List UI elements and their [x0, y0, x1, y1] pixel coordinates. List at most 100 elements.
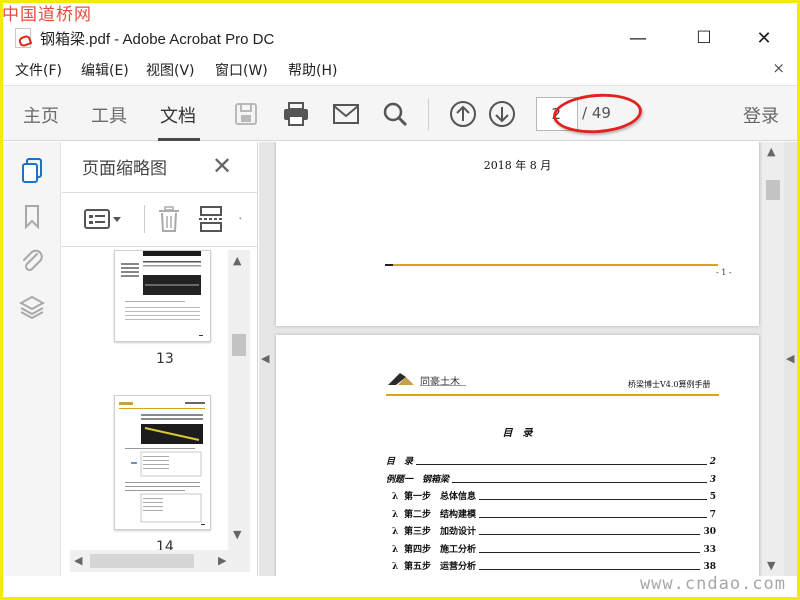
- minimize-button[interactable]: —: [615, 22, 661, 54]
- toc-leader: [479, 499, 707, 500]
- menu-bar: 文件(F) 编辑(E) 视图(V) 窗口(W) 帮助(H) ×: [3, 58, 797, 80]
- toc-entry[interactable]: λ 第三步 加劲设计 30: [386, 523, 716, 537]
- email-icon[interactable]: [329, 98, 363, 130]
- watermark-bottom: www.cndao.com: [639, 574, 786, 594]
- toc-entry-page: 2: [709, 457, 716, 467]
- close-document-button[interactable]: ×: [772, 59, 785, 77]
- toc-entry-text: 第五步 运营分析: [404, 562, 477, 572]
- toc-leader: [416, 464, 707, 465]
- save-icon[interactable]: [229, 98, 263, 130]
- menu-file[interactable]: 文件(F): [15, 60, 62, 80]
- manual-header: 桥梁博士V4.0算例手册: [628, 380, 711, 389]
- toc-entry-page: 30: [703, 527, 716, 537]
- previous-page-icon[interactable]: [446, 98, 480, 130]
- toc-leader: [452, 482, 707, 483]
- toc-entry[interactable]: 例题一 钢箱梁 3: [386, 471, 716, 485]
- document-view: ◀ 2018 年 8 月 - 1 - 同豪土木 桥梁博士V4.0算例手册 目 录…: [259, 142, 797, 576]
- watermark-top: 中国道桥网: [2, 5, 92, 25]
- toc-entry-page: 7: [709, 510, 716, 520]
- collapse-right-panel-arrow[interactable]: ◀: [786, 352, 794, 365]
- toc-entry-page: 38: [703, 562, 716, 572]
- toc-entry-page: 33: [703, 545, 716, 555]
- scroll-right-arrow[interactable]: ▶: [218, 554, 226, 567]
- scroll-up-arrow[interactable]: ▲: [233, 254, 241, 267]
- search-icon[interactable]: [378, 98, 412, 130]
- toc-entry-text: 第三步 加劲设计: [404, 527, 477, 537]
- toc-bullet: λ: [392, 562, 399, 572]
- title-bar: 钢箱梁.pdf - Adobe Acrobat Pro DC — ☐ ✕: [3, 22, 797, 54]
- menu-view[interactable]: 视图(V): [146, 60, 195, 80]
- document-vertical-scrollbar[interactable]: ▲ ▼: [762, 142, 784, 576]
- acrobat-window: 钢箱梁.pdf - Adobe Acrobat Pro DC — ☐ ✕ 文件(…: [3, 3, 797, 597]
- toc-entry[interactable]: λ 第四步 施工分析 33: [386, 541, 716, 555]
- toc-entry[interactable]: λ 第二步 结构建模 7: [386, 506, 716, 520]
- print-icon[interactable]: [279, 98, 313, 130]
- doc-scroll-down-arrow[interactable]: ▼: [767, 559, 775, 572]
- toc-entry-text: 第二步 结构建模: [404, 510, 477, 520]
- page-number-footer: - 1 -: [716, 268, 732, 277]
- toc-bullet: λ: [392, 492, 399, 502]
- footer-line-start: [385, 264, 393, 266]
- page-thumbnails-panel: 页面缩略图 ✕ ⠂ 13 14 ▲ ▼ ◀ ▶: [62, 142, 258, 576]
- panel-title: 页面缩略图: [82, 159, 167, 179]
- document-page-1: 2018 年 8 月 - 1 -: [276, 142, 759, 326]
- footer-line: [393, 264, 718, 266]
- thumbnail-page-13[interactable]: [114, 250, 211, 342]
- scroll-down-arrow[interactable]: ▼: [233, 528, 241, 541]
- navigation-rail: [3, 142, 61, 576]
- toc-leader: [479, 534, 701, 535]
- bookmark-icon[interactable]: [17, 202, 47, 232]
- options-menu-icon[interactable]: [84, 207, 124, 235]
- layers-icon[interactable]: [17, 292, 47, 322]
- toolbar-separator: [428, 98, 429, 130]
- panel-separator: [144, 205, 145, 233]
- toc-entry[interactable]: λ 第一步 总体信息 5: [386, 488, 716, 502]
- document-date: 2018 年 8 月: [483, 159, 552, 172]
- toc-entry-text: 第四步 施工分析: [404, 545, 477, 555]
- attachment-icon[interactable]: [17, 246, 47, 276]
- toc-entry[interactable]: 目 录 2: [386, 453, 716, 467]
- scroll-left-arrow[interactable]: ◀: [74, 554, 82, 567]
- toc-entry-text: 例题一 钢箱梁: [386, 475, 450, 485]
- close-window-button[interactable]: ✕: [741, 22, 787, 54]
- toc-entry-page: 5: [709, 492, 716, 502]
- delete-page-icon[interactable]: [156, 205, 182, 237]
- more-tools-icon[interactable]: ⠂: [238, 213, 246, 226]
- toc-entry-text: 第一步 总体信息: [404, 492, 477, 502]
- scroll-thumb-horizontal[interactable]: [90, 554, 194, 568]
- extract-pages-icon[interactable]: [198, 205, 224, 237]
- doc-scroll-thumb[interactable]: [766, 180, 780, 200]
- maximize-button[interactable]: ☐: [681, 22, 727, 54]
- close-panel-button[interactable]: ✕: [212, 152, 232, 180]
- toc-entry-page: 3: [709, 475, 716, 485]
- header-rule: [386, 394, 719, 396]
- login-button[interactable]: 登录: [743, 102, 779, 128]
- active-tab-indicator: [158, 138, 200, 141]
- logo-subline: [420, 385, 466, 386]
- toc-leader: [479, 552, 701, 553]
- toc-entry-text: 目 录: [386, 457, 414, 467]
- thumbnail-horizontal-scrollbar[interactable]: ◀ ▶: [70, 550, 250, 572]
- thumbnail-page-14[interactable]: [114, 395, 211, 530]
- tab-document[interactable]: 文档: [160, 102, 196, 128]
- document-page-2: 同豪土木 桥梁博士V4.0算例手册 目 录 目 录2 例题一 钢箱梁 3 λ 第一步…: [276, 335, 759, 576]
- thumbnail-label: 13: [156, 351, 174, 367]
- page-thumbnails-icon[interactable]: [17, 156, 47, 186]
- tab-home[interactable]: 主页: [23, 102, 59, 128]
- toc-entry[interactable]: λ 第五步 运营分析 38: [386, 558, 716, 572]
- pdf-file-icon: [15, 28, 31, 48]
- menu-edit[interactable]: 编辑(E): [81, 60, 129, 80]
- thumbnail-vertical-scrollbar[interactable]: ▲ ▼: [228, 250, 250, 550]
- next-page-icon[interactable]: [485, 98, 519, 130]
- scroll-thumb[interactable]: [232, 334, 246, 356]
- menu-window[interactable]: 窗口(W): [215, 60, 268, 80]
- menu-help[interactable]: 帮助(H): [288, 60, 337, 80]
- toc-bullet: λ: [392, 527, 399, 537]
- collapse-left-panel-arrow[interactable]: ◀: [261, 352, 269, 365]
- company-logo-icon: [388, 371, 416, 391]
- window-title: 钢箱梁.pdf - Adobe Acrobat Pro DC: [40, 31, 275, 48]
- doc-scroll-up-arrow[interactable]: ▲: [767, 145, 775, 158]
- toc-bullet: λ: [392, 545, 399, 555]
- tab-tools[interactable]: 工具: [91, 102, 127, 128]
- toc-title: 目 录: [502, 428, 533, 439]
